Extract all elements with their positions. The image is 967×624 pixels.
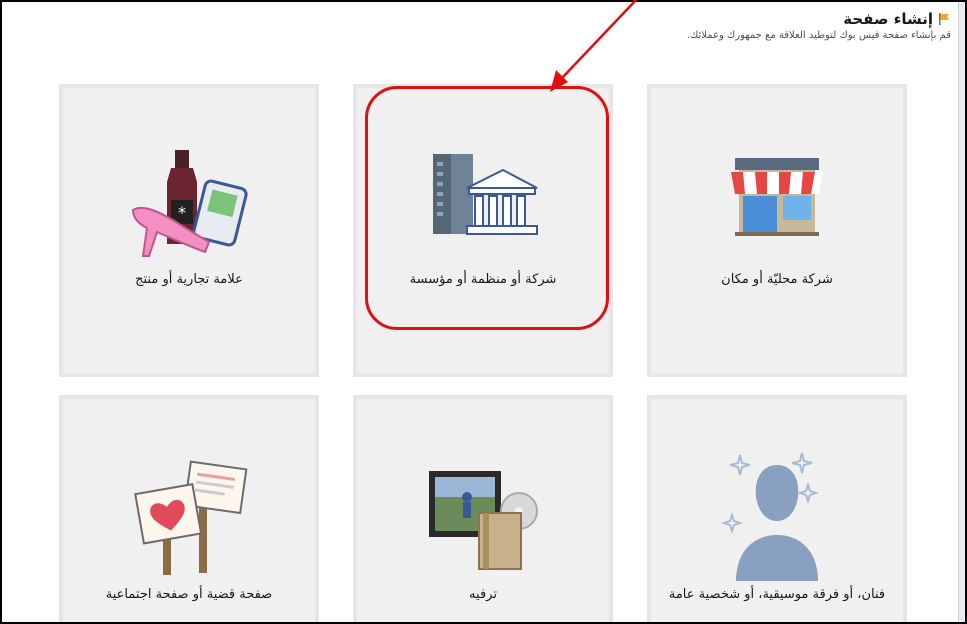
- category-artist-public-figure[interactable]: فنان، أو فرقة موسيقية، أو شخصية عامة: [647, 395, 907, 622]
- category-label: شركة أو منظمة أو مؤسسة: [409, 272, 557, 287]
- storefront-icon: [731, 158, 823, 236]
- category-label: فنان، أو فرقة موسيقية، أو شخصية عامة: [668, 587, 886, 602]
- category-brand-product[interactable]: * علامة تجارية أو منتج: [59, 84, 319, 377]
- public-figure-icon: [722, 452, 820, 581]
- category-entertainment[interactable]: ترفيه: [353, 395, 613, 622]
- category-cause-community[interactable]: صفحة قضية أو صفحة اجتماعية: [59, 395, 319, 622]
- category-label: علامة تجارية أو منتج: [135, 272, 243, 287]
- brand-products-icon: *: [131, 150, 248, 257]
- entertainment-icon: [429, 471, 538, 570]
- page-flag-icon: [939, 13, 949, 25]
- company-buildings-icon: [433, 154, 538, 235]
- page-header: إنشاء صفحة قم بإنشاء صفحة فيس بوك لتوطيد…: [687, 10, 951, 41]
- category-company-organization[interactable]: شركة أو منظمة أو مؤسسة: [353, 84, 613, 377]
- svg-text:*: *: [178, 203, 186, 222]
- cause-signs-icon: [134, 460, 248, 575]
- category-label: ترفيه: [469, 587, 497, 602]
- category-local-business[interactable]: شركة محليّة أو مكان: [647, 84, 907, 377]
- page-subtitle: قم بإنشاء صفحة فيس بوك لتوطيد العلاقة مع…: [686, 30, 951, 41]
- page-frame: إنشاء صفحة قم بإنشاء صفحة فيس بوك لتوطيد…: [0, 0, 967, 624]
- page-title: إنشاء صفحة: [843, 10, 933, 28]
- right-scroll-strip: [958, 2, 965, 622]
- category-label: صفحة قضية أو صفحة اجتماعية: [105, 587, 273, 602]
- category-label: شركة محليّة أو مكان: [721, 272, 833, 287]
